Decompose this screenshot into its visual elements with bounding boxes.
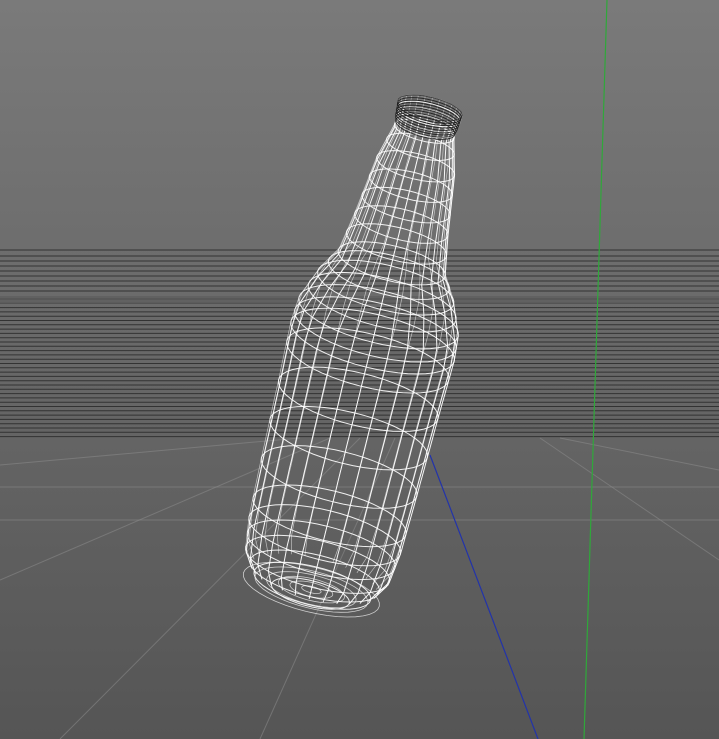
3d-viewport[interactable]	[0, 0, 719, 739]
viewport-background	[0, 0, 719, 739]
viewport-canvas[interactable]	[0, 0, 719, 739]
